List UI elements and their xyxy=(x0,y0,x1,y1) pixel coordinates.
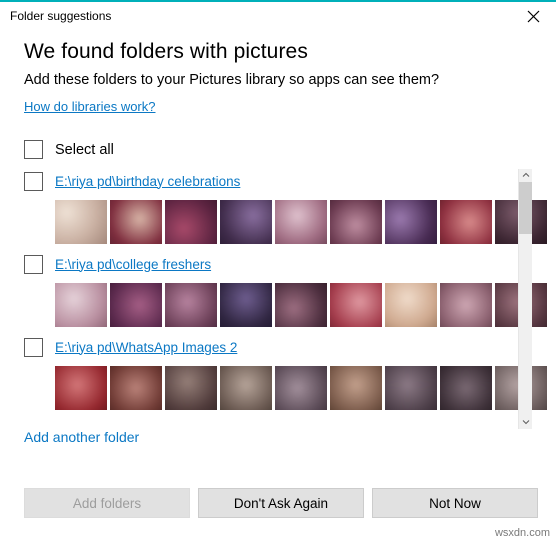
close-button[interactable] xyxy=(511,2,556,30)
thumbnail xyxy=(165,283,217,327)
thumbnail xyxy=(330,283,382,327)
thumbnail xyxy=(165,200,217,244)
thumbnail xyxy=(110,366,162,410)
select-all-label: Select all xyxy=(55,141,114,158)
scrollbar-thumb[interactable] xyxy=(519,182,532,234)
thumbnail xyxy=(220,283,272,327)
folder-thumbnail-strip xyxy=(55,366,547,410)
window-title: Folder suggestions xyxy=(10,9,112,23)
folder-group: E:\riya pd\WhatsApp Images 2 xyxy=(24,335,547,410)
folder-list-scroll-area: E:\riya pd\birthday celebrations E:\riya… xyxy=(24,169,547,429)
thumbnail xyxy=(385,200,437,244)
dialog-content: We found folders with pictures Add these… xyxy=(0,30,556,447)
close-icon xyxy=(527,10,540,23)
chevron-up-icon xyxy=(522,172,530,180)
thumbnail xyxy=(385,283,437,327)
thumbnail xyxy=(110,283,162,327)
thumbnail xyxy=(330,200,382,244)
vertical-scrollbar[interactable] xyxy=(518,169,532,429)
folder-group-header[interactable]: E:\riya pd\college freshers xyxy=(24,252,529,276)
thumbnail xyxy=(110,200,162,244)
thumbnail xyxy=(440,200,492,244)
page-subtitle: Add these folders to your Pictures libra… xyxy=(24,72,440,88)
folder-path-link[interactable]: E:\riya pd\college freshers xyxy=(55,257,211,272)
page-title: We found folders with pictures xyxy=(24,40,308,63)
thumbnail xyxy=(55,366,107,410)
thumbnail xyxy=(220,200,272,244)
thumbnail xyxy=(220,366,272,410)
thumbnail xyxy=(385,366,437,410)
thumbnail xyxy=(275,200,327,244)
thumbnail xyxy=(55,200,107,244)
add-another-folder-link[interactable]: Add another folder xyxy=(24,429,139,445)
folder-group: E:\riya pd\birthday celebrations xyxy=(24,169,547,244)
select-all-row[interactable]: Select all xyxy=(24,140,532,159)
thumbnail xyxy=(275,283,327,327)
watermark: wsxdn.com xyxy=(494,527,550,539)
folder-checkbox[interactable] xyxy=(24,171,43,191)
thumbnail xyxy=(275,366,327,410)
folder-checkbox[interactable] xyxy=(24,337,43,357)
thumbnail xyxy=(440,366,492,410)
folder-group-header[interactable]: E:\riya pd\birthday celebrations xyxy=(24,169,529,193)
folder-group-header[interactable]: E:\riya pd\WhatsApp Images 2 xyxy=(24,335,529,359)
folder-path-link[interactable]: E:\riya pd\birthday celebrations xyxy=(55,174,240,189)
scroll-down-button[interactable] xyxy=(519,416,532,429)
folder-thumbnail-strip xyxy=(55,200,547,244)
dialog-footer: Add folders Don't Ask Again Not Now xyxy=(24,488,538,518)
thumbnail xyxy=(165,366,217,410)
folder-suggestions-window: Folder suggestions We found folders with… xyxy=(0,0,556,540)
dont-ask-again-button[interactable]: Don't Ask Again xyxy=(198,488,364,518)
folder-group: E:\riya pd\college freshers xyxy=(24,252,547,327)
folder-groups: E:\riya pd\birthday celebrations E:\riya… xyxy=(24,169,547,410)
not-now-button[interactable]: Not Now xyxy=(372,488,538,518)
folder-path-link[interactable]: E:\riya pd\WhatsApp Images 2 xyxy=(55,340,237,355)
thumbnail xyxy=(440,283,492,327)
title-bar: Folder suggestions xyxy=(0,2,556,30)
folder-checkbox[interactable] xyxy=(24,254,43,274)
chevron-down-icon xyxy=(522,419,530,427)
thumbnail xyxy=(330,366,382,410)
thumbnail xyxy=(55,283,107,327)
libraries-help-link[interactable]: How do libraries work? xyxy=(24,99,156,114)
folder-thumbnail-strip xyxy=(55,283,547,327)
select-all-checkbox[interactable] xyxy=(24,140,43,159)
add-folders-button[interactable]: Add folders xyxy=(24,488,190,518)
scroll-up-button[interactable] xyxy=(519,169,532,182)
